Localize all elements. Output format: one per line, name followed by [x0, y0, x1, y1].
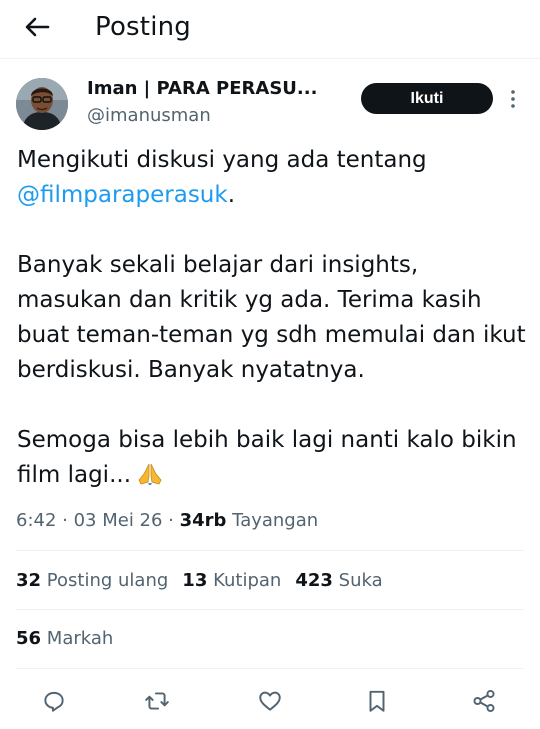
mention-link[interactable]: @filmparaperasuk — [17, 182, 228, 208]
page-title: Posting — [95, 12, 192, 42]
post-text: Mengikuti diskusi yang ada tentang @filmp… — [17, 143, 527, 497]
author-handle[interactable]: @imanusman — [87, 104, 211, 128]
views-label: Tayangan — [232, 510, 319, 531]
engagement-stats: 32 Posting ulang 13 Kutipan 423 Suka — [16, 567, 397, 595]
quotes-count: 13 — [182, 570, 208, 591]
mention-suffix: . — [227, 182, 236, 208]
post-paragraph-3: Semoga bisa lebih baik lagi nanti kalo b… — [17, 423, 527, 497]
author-name[interactable]: Iman | PARA PERASU... — [87, 77, 337, 101]
stats-divider — [16, 609, 524, 610]
quotes-stat[interactable]: 13 Kutipan — [182, 570, 281, 591]
back-arrow-icon[interactable] — [22, 12, 52, 42]
header-divider — [0, 58, 540, 59]
likes-stat[interactable]: 423 Suka — [295, 570, 382, 591]
reply-icon[interactable] — [37, 684, 71, 718]
post-date[interactable]: 03 Mei 26 — [74, 510, 163, 531]
post-meta: 6:42 · 03 Mei 26 · 34rb Tayangan — [16, 510, 319, 531]
share-icon[interactable] — [467, 684, 501, 718]
reposts-count: 32 — [16, 570, 42, 591]
repost-icon[interactable] — [140, 684, 174, 718]
likes-count: 423 — [295, 570, 333, 591]
meta-divider — [16, 550, 524, 551]
bookmarks-label: Markah — [46, 628, 114, 649]
folded-hands-icon — [137, 462, 163, 497]
quotes-label: Kutipan — [213, 570, 282, 591]
bookmark-icon[interactable] — [360, 684, 394, 718]
post-time[interactable]: 6:42 — [16, 510, 56, 531]
reposts-stat[interactable]: 32 Posting ulang — [16, 570, 168, 591]
bookmarks-divider — [16, 668, 524, 669]
post-paragraph-2: Banyak sekali belajar dari insights, mas… — [17, 252, 526, 383]
post-line-1: Mengikuti diskusi yang ada tentang — [17, 147, 427, 173]
action-bar — [0, 684, 540, 718]
like-icon[interactable] — [253, 684, 287, 718]
bookmarks-count: 56 — [16, 628, 42, 649]
bookmarks-stat[interactable]: 56 Markah — [16, 625, 113, 653]
post-paragraph-1: Mengikuti diskusi yang ada tentang @filmp… — [17, 143, 527, 213]
likes-label: Suka — [338, 570, 383, 591]
post-paragraph-3-text: Semoga bisa lebih baik lagi nanti kalo b… — [17, 427, 517, 488]
avatar[interactable] — [16, 78, 68, 130]
top-bar: Posting — [0, 0, 540, 56]
reposts-label: Posting ulang — [46, 570, 169, 591]
more-options-icon[interactable] — [508, 88, 518, 110]
views-count: 34rb — [179, 510, 227, 531]
follow-button[interactable]: Ikuti — [361, 83, 493, 114]
